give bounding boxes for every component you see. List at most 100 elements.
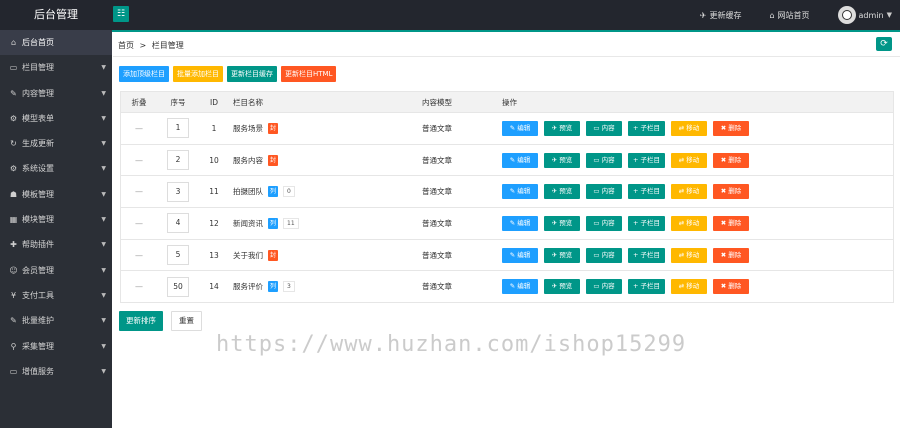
op-label: 移动 — [686, 250, 700, 259]
row-op-button[interactable]: ✈ 预览 — [544, 120, 580, 136]
sidebar-item[interactable]: ☗ 模板管理 ▼ — [0, 182, 112, 207]
table-header: 折叠 序号 ID 栏目名称 内容模型 操作 — [121, 92, 893, 112]
row-op-button[interactable]: ✈ 预览 — [544, 215, 580, 231]
sidebar-item-label: 增值服务 — [22, 366, 54, 376]
row-op-button[interactable]: ⇄ 移动 — [671, 247, 708, 263]
row-op-button[interactable]: + 子栏目 — [628, 215, 666, 231]
fold-toggle[interactable]: — — [135, 251, 143, 260]
sidebar-item[interactable]: ▭ 栏目管理 ▼ — [0, 55, 112, 80]
chevron-down-icon: ▼ — [101, 241, 106, 249]
order-input[interactable]: 5 — [167, 245, 189, 266]
caret-down-icon: ▼ — [886, 11, 892, 19]
sidebar-item[interactable]: ✚ 帮助插件 ▼ — [0, 232, 112, 257]
row-op-button[interactable]: ⇄ 移动 — [671, 279, 708, 295]
row-op-button[interactable]: ✈ 预览 — [544, 247, 580, 263]
row-op-button[interactable]: ▭ 内容 — [586, 152, 622, 168]
fold-toggle[interactable]: — — [135, 156, 143, 165]
batch-add-category-button[interactable]: 批量添加栏目 — [173, 66, 223, 82]
fold-toggle[interactable]: — — [135, 187, 143, 196]
row-op-button[interactable]: ✈ 预览 — [544, 152, 580, 168]
row-op-button[interactable]: ▭ 内容 — [586, 215, 622, 231]
sidebar-item[interactable]: ✎ 批量维护 ▼ — [0, 308, 112, 333]
row-op-button[interactable]: ✖ 删除 — [713, 279, 750, 295]
fold-toggle[interactable]: — — [135, 219, 143, 228]
op-label: 编辑 — [517, 218, 531, 227]
sidebar-item-label: 生成更新 — [22, 139, 54, 149]
sidebar-item-label: 会员管理 — [22, 265, 54, 275]
sidebar-item[interactable]: ⚙ 模型表单 ▼ — [0, 106, 112, 131]
sidebar-item[interactable]: ⚲ 采集管理 ▼ — [0, 334, 112, 359]
row-op-button[interactable]: + 子栏目 — [628, 279, 666, 295]
sidebar-item[interactable]: ▭ 增值服务 ▼ — [0, 359, 112, 384]
sidebar-item-icon: ⚙ — [9, 113, 18, 123]
row-op-button[interactable]: ✎ 编辑 — [502, 120, 538, 136]
row-id: 14 — [209, 282, 219, 292]
row-op-button[interactable]: ✎ 编辑 — [502, 215, 538, 231]
table-row: — 3 11 拍摄团队 列 0 普通文章 ✎ 编辑 ✈ 预览 ▭ 内容 + 子栏目 ⇄ … — [121, 175, 893, 207]
sidebar-item[interactable]: ☺ 会员管理 ▼ — [0, 258, 112, 283]
row-op-button[interactable]: + 子栏目 — [628, 247, 666, 263]
order-input[interactable]: 3 — [167, 181, 189, 202]
add-top-category-button[interactable]: 添加顶级栏目 — [119, 66, 169, 82]
row-actions: ✎ 编辑 ✈ 预览 ▭ 内容 + 子栏目 ⇄ 移动 ✖ 删除 — [502, 120, 893, 136]
row-op-button[interactable]: ⇄ 移动 — [671, 215, 708, 231]
order-input[interactable]: 2 — [167, 150, 189, 171]
op-label: 编辑 — [517, 187, 531, 196]
sidebar-item[interactable]: ↻ 生成更新 ▼ — [0, 131, 112, 156]
row-op-button[interactable]: ⇄ 移动 — [671, 152, 708, 168]
row-op-button[interactable]: ✖ 删除 — [713, 184, 750, 200]
row-op-button[interactable]: ✖ 删除 — [713, 152, 750, 168]
row-op-button[interactable]: + 子栏目 — [628, 184, 666, 200]
category-name: 服务评价 — [233, 282, 263, 292]
row-op-button[interactable]: ✎ 编辑 — [502, 152, 538, 168]
row-op-button[interactable]: + 子栏目 — [628, 152, 666, 168]
order-input[interactable]: 50 — [167, 276, 189, 297]
row-op-button[interactable]: + 子栏目 — [628, 120, 666, 136]
sidebar-item[interactable]: ¥ 支付工具 ▼ — [0, 283, 112, 308]
order-input[interactable]: 1 — [167, 118, 189, 139]
update-cache-link[interactable]: ✈ 更新缓存 — [700, 10, 742, 21]
row-op-button[interactable]: ✈ 预览 — [544, 279, 580, 295]
reset-button[interactable]: 重置 — [171, 311, 202, 331]
content-model: 普通文章 — [422, 282, 452, 292]
order-input[interactable]: 4 — [167, 213, 189, 234]
op-icon: ▭ — [593, 187, 600, 196]
breadcrumb-separator: > — [139, 41, 147, 50]
sidebar-item-label: 模块管理 — [22, 215, 54, 225]
row-op-button[interactable]: ⇄ 移动 — [671, 120, 708, 136]
row-op-button[interactable]: ▭ 内容 — [586, 247, 622, 263]
sidebar-item[interactable]: ✎ 内容管理 ▼ — [0, 81, 112, 106]
op-label: 删除 — [728, 250, 742, 259]
sidebar-item[interactable]: ⚙ 系统设置 ▼ — [0, 156, 112, 181]
row-op-button[interactable]: ✎ 编辑 — [502, 184, 538, 200]
update-category-cache-button[interactable]: 更新栏目缓存 — [227, 66, 277, 82]
breadcrumb-home[interactable]: 首页 — [118, 41, 134, 50]
row-op-button[interactable]: ✖ 删除 — [713, 247, 750, 263]
fold-toggle[interactable]: — — [135, 124, 143, 133]
row-op-button[interactable]: ✖ 删除 — [713, 120, 750, 136]
fold-toggle[interactable]: — — [135, 282, 143, 291]
op-icon: ✖ — [720, 218, 727, 227]
row-op-button[interactable]: ⇄ 移动 — [671, 184, 708, 200]
site-home-link[interactable]: ⌂ 网站首页 — [769, 10, 809, 21]
row-op-button[interactable]: ✎ 编辑 — [502, 247, 538, 263]
update-order-button[interactable]: 更新排序 — [119, 311, 163, 331]
op-icon: ✖ — [720, 155, 727, 164]
chevron-down-icon: ▼ — [101, 342, 106, 350]
row-op-button[interactable]: ▭ 内容 — [586, 120, 622, 136]
sidebar-item[interactable]: ▦ 模块管理 ▼ — [0, 207, 112, 232]
sidebar-item[interactable]: ⌂ 后台首页 — [0, 30, 112, 56]
user-menu[interactable]: admin ▼ — [837, 6, 892, 24]
row-op-button[interactable]: ▭ 内容 — [586, 279, 622, 295]
refresh-icon[interactable]: ⟳ — [876, 37, 892, 51]
row-op-button[interactable]: ✖ 删除 — [713, 215, 750, 231]
op-icon: ✎ — [509, 250, 516, 259]
menu-toggle-icon[interactable]: ☷ — [113, 6, 129, 22]
row-op-button[interactable]: ✈ 预览 — [544, 184, 580, 200]
row-op-button[interactable]: ✎ 编辑 — [502, 279, 538, 295]
update-category-html-button[interactable]: 更新栏目HTML — [281, 66, 337, 82]
op-label: 移动 — [686, 187, 700, 196]
row-op-button[interactable]: ▭ 内容 — [586, 184, 622, 200]
chevron-down-icon: ▼ — [101, 190, 106, 198]
breadcrumb: 首页 > 栏目管理 — [118, 40, 187, 51]
